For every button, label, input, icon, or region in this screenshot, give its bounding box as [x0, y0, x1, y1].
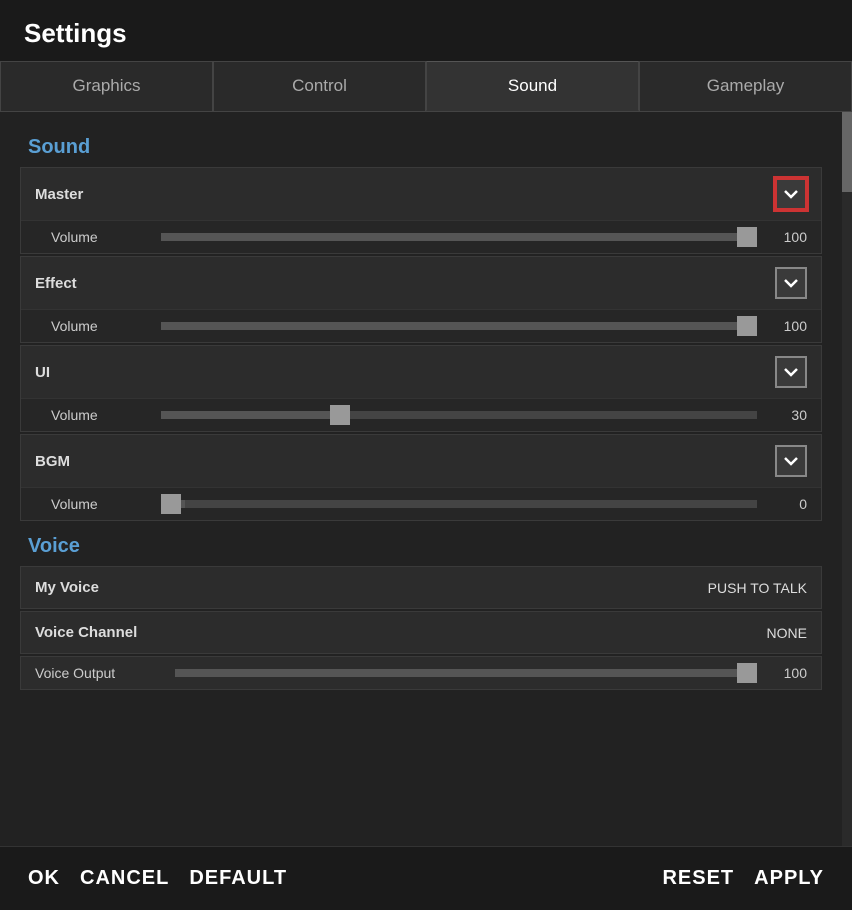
bgm-volume-label: Volume: [51, 496, 151, 512]
ui-volume-row: Volume 30: [21, 398, 821, 431]
ui-slider-track[interactable]: [161, 411, 757, 419]
bgm-slider-thumb[interactable]: [161, 494, 181, 514]
page-title: Settings: [24, 18, 828, 49]
effect-header[interactable]: Effect: [21, 257, 821, 309]
bgm-group: BGM Volume 0: [20, 434, 822, 521]
effect-volume-row: Volume 100: [21, 309, 821, 342]
bgm-chevron[interactable]: [775, 445, 807, 477]
effect-slider-fill: [161, 322, 757, 330]
voice-section-title: Voice: [28, 535, 822, 558]
ui-slider-fill: [161, 411, 340, 419]
bgm-slider-track[interactable]: [161, 500, 757, 508]
master-slider-track[interactable]: [161, 233, 757, 241]
master-chevron[interactable]: [775, 178, 807, 210]
scrollbar-thumb[interactable]: [842, 112, 852, 192]
tab-control[interactable]: Control: [213, 61, 426, 111]
master-header[interactable]: Master: [21, 168, 821, 220]
master-volume-label: Volume: [51, 229, 151, 245]
default-button[interactable]: DEFAULT: [189, 867, 287, 890]
voice-output-slider-track[interactable]: [175, 669, 757, 677]
bgm-header[interactable]: BGM: [21, 435, 821, 487]
ui-slider[interactable]: [161, 411, 757, 419]
ui-group: UI Volume 30: [20, 345, 822, 432]
ui-volume-label: Volume: [51, 407, 151, 423]
effect-slider[interactable]: [161, 322, 757, 330]
effect-volume-label: Volume: [51, 318, 151, 334]
ui-chevron[interactable]: [775, 356, 807, 388]
voice-output-slider-thumb[interactable]: [737, 663, 757, 683]
tab-gameplay[interactable]: Gameplay: [639, 61, 852, 111]
voice-output-label: Voice Output: [35, 665, 165, 681]
effect-chevron[interactable]: [775, 267, 807, 299]
master-slider[interactable]: [161, 233, 757, 241]
effect-group: Effect Volume 100: [20, 256, 822, 343]
tab-sound[interactable]: Sound: [426, 61, 639, 111]
voice-output-volume-value: 100: [767, 665, 807, 681]
voice-output-slider-fill: [175, 669, 757, 677]
voice-output-slider[interactable]: [175, 669, 757, 677]
main-content: Sound Master Volume 100: [0, 112, 852, 846]
master-slider-thumb[interactable]: [737, 227, 757, 247]
master-volume-value: 100: [767, 229, 807, 245]
apply-button[interactable]: APPLY: [754, 867, 824, 890]
bgm-label: BGM: [35, 453, 70, 470]
scrollbar-rail[interactable]: [842, 112, 852, 846]
master-slider-fill: [161, 233, 757, 241]
tabs-bar: Graphics Control Sound Gameplay: [0, 61, 852, 112]
voice-channel-label: Voice Channel: [35, 624, 137, 641]
voice-output-row: Voice Output 100: [20, 656, 822, 690]
scroll-area[interactable]: Sound Master Volume 100: [0, 112, 842, 846]
ui-slider-thumb[interactable]: [330, 405, 350, 425]
effect-label: Effect: [35, 275, 77, 292]
my-voice-row[interactable]: My Voice PUSH TO TALK: [20, 566, 822, 609]
my-voice-label: My Voice: [35, 579, 99, 596]
master-volume-row: Volume 100: [21, 220, 821, 253]
footer-left-buttons: OK CANCEL DEFAULT: [28, 867, 287, 890]
ui-volume-value: 30: [767, 407, 807, 423]
ok-button[interactable]: OK: [28, 867, 60, 890]
effect-slider-thumb[interactable]: [737, 316, 757, 336]
title-bar: Settings: [0, 0, 852, 61]
master-group: Master Volume 100: [20, 167, 822, 254]
voice-channel-value: NONE: [767, 625, 807, 641]
my-voice-value: PUSH TO TALK: [708, 580, 807, 596]
cancel-button[interactable]: CANCEL: [80, 867, 169, 890]
reset-button[interactable]: RESET: [662, 867, 734, 890]
sound-section-title: Sound: [28, 136, 822, 159]
bgm-volume-row: Volume 0: [21, 487, 821, 520]
bgm-volume-value: 0: [767, 496, 807, 512]
bgm-slider[interactable]: [161, 500, 757, 508]
ui-label: UI: [35, 364, 50, 381]
footer: OK CANCEL DEFAULT RESET APPLY: [0, 846, 852, 910]
footer-right-buttons: RESET APPLY: [662, 867, 824, 890]
effect-volume-value: 100: [767, 318, 807, 334]
tab-graphics[interactable]: Graphics: [0, 61, 213, 111]
effect-slider-track[interactable]: [161, 322, 757, 330]
ui-header[interactable]: UI: [21, 346, 821, 398]
voice-channel-row[interactable]: Voice Channel NONE: [20, 611, 822, 654]
master-label: Master: [35, 186, 83, 203]
